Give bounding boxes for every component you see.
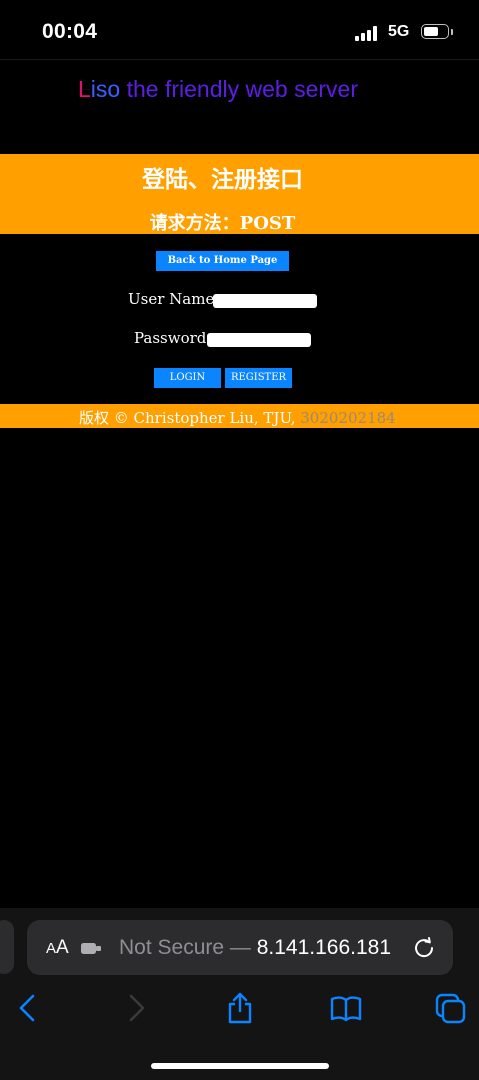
password-input[interactable] <box>207 333 311 347</box>
logo-iso: iso <box>90 76 121 102</box>
footer-copyright: 版权 © Christopher Liu, TJU, 3020202184 <box>79 407 396 428</box>
cellular-signal-icon <box>355 26 381 41</box>
password-label: Password: <box>134 329 212 347</box>
battery-cap <box>451 29 453 35</box>
back-icon[interactable] <box>13 992 43 1024</box>
share-icon[interactable] <box>225 992 255 1024</box>
login-button[interactable]: LOGIN <box>154 368 221 388</box>
previous-tab-preview[interactable] <box>0 920 14 974</box>
battery-icon <box>421 24 449 39</box>
site-logo: Liso the friendly web server <box>78 76 358 103</box>
url-host: 8.141.166.181 <box>256 936 392 959</box>
footer-student-id: 3020202184 <box>300 409 396 427</box>
status-bar: 00:04 5G <box>0 0 479 60</box>
username-label: User Name: <box>128 290 220 308</box>
home-indicator[interactable] <box>151 1063 329 1069</box>
logo-letter-l: L <box>78 76 91 102</box>
not-secure-label: Not Secure — <box>119 936 257 959</box>
status-time: 00:04 <box>42 20 98 43</box>
page-title: 登陆、注册接口 <box>142 166 303 193</box>
reload-icon[interactable] <box>412 936 436 960</box>
forward-icon[interactable] <box>121 992 151 1024</box>
url-display[interactable]: Not Secure — 8.141.166.181 <box>119 936 391 960</box>
bookmarks-icon[interactable] <box>330 992 362 1024</box>
register-button[interactable]: REGISTER <box>225 368 292 388</box>
username-input[interactable] <box>213 294 317 308</box>
network-type: 5G <box>388 23 410 40</box>
tabs-icon[interactable] <box>435 992 467 1024</box>
request-method: 请求方法：POST <box>149 213 296 234</box>
back-to-home-button[interactable]: Back to Home Page <box>156 251 289 271</box>
text-size-button[interactable]: AA <box>46 937 69 959</box>
logo-tagline: the friendly web server <box>120 76 358 102</box>
footer-copyright-text: 版权 © Christopher Liu, TJU, <box>79 409 301 427</box>
extension-icon[interactable] <box>81 940 103 957</box>
